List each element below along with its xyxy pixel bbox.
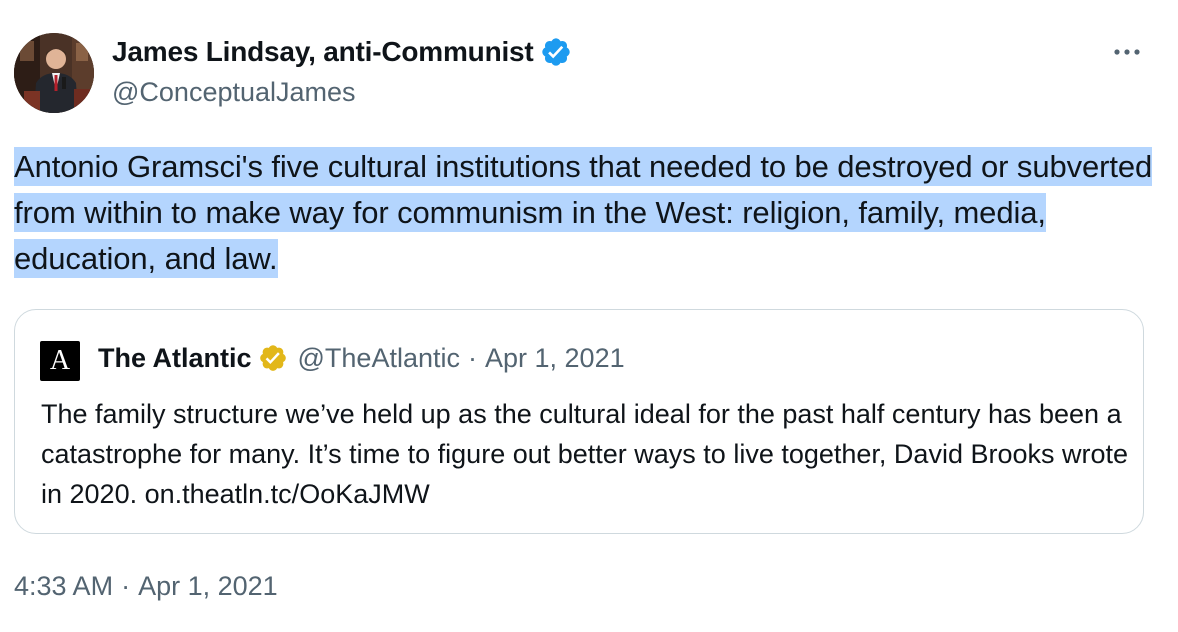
- more-options-icon[interactable]: [1112, 42, 1142, 62]
- quoted-author-handle: @TheAtlantic: [297, 343, 460, 373]
- quoted-tweet-header: The Atlantic @TheAtlantic · Apr 1, 2021: [98, 340, 625, 376]
- quoted-author-name: The Atlantic: [98, 343, 252, 373]
- quoted-tweet-date: Apr 1, 2021: [485, 343, 625, 373]
- separator-dot: ·: [468, 343, 477, 373]
- atlantic-logo: A: [40, 341, 80, 381]
- avatar[interactable]: [14, 33, 94, 113]
- author-name-row: James Lindsay, anti-Communist: [112, 34, 572, 70]
- separator-dot: ·: [121, 571, 131, 601]
- tweet-text: Antonio Gramsci's five cultural institut…: [14, 144, 1154, 282]
- verified-badge-icon[interactable]: [540, 36, 572, 68]
- author-handle[interactable]: @ConceptualJames: [112, 74, 356, 110]
- tweet-text-content: Antonio Gramsci's five cultural institut…: [14, 147, 1153, 278]
- tweet-date: Apr 1, 2021: [138, 571, 278, 601]
- quoted-tweet-text: The family structure we’ve held up as th…: [41, 399, 1129, 509]
- author-name[interactable]: James Lindsay, anti-Communist: [112, 34, 534, 70]
- tweet-timestamp[interactable]: 4:33 AM · Apr 1, 2021: [14, 568, 278, 604]
- quoted-tweet[interactable]: A The Atlantic @TheAtlantic · Apr 1, 202…: [14, 309, 1144, 534]
- verified-org-badge-icon: [259, 345, 286, 371]
- tweet-time: 4:33 AM: [14, 571, 114, 601]
- tweet: James Lindsay, anti-Communist @Conceptua…: [0, 0, 1178, 632]
